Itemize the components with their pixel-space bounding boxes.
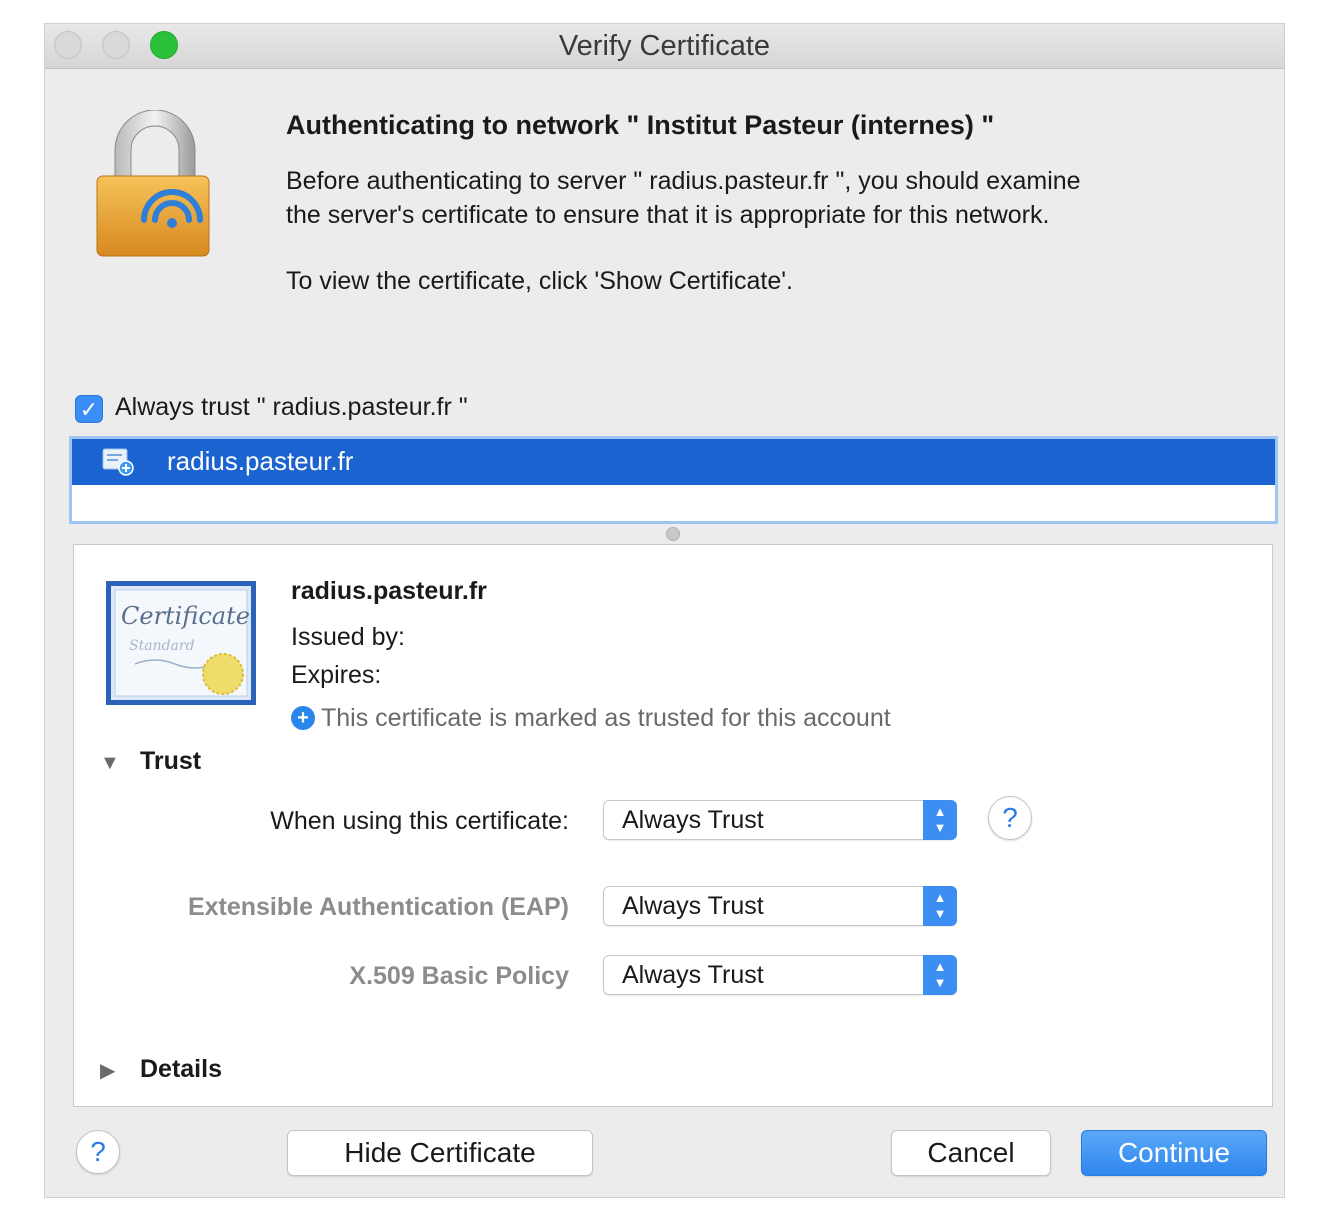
verify-certificate-dialog: Verify Certificate Authenticating to net… [45,24,1284,1197]
policy-label-x509: X.509 Basic Policy [349,962,569,990]
certificate-detail-panel: Certificate Standard radius.pasteur.fr I… [73,544,1273,1107]
cancel-button[interactable]: Cancel [891,1130,1051,1176]
policy-value-eap: Always Trust [622,892,764,920]
policy-popup-general[interactable]: Always Trust ▲ ▼ [603,800,957,840]
up-down-stepper-icon: ▲ ▼ [923,800,957,840]
policy-value-x509: Always Trust [622,961,764,989]
triangle-down-icon: ▼ [100,752,120,774]
help-button[interactable]: ? [76,1130,120,1174]
always-trust-checkbox[interactable]: ✓ [75,395,103,423]
split-handle[interactable] [666,527,680,541]
certificate-list[interactable]: radius.pasteur.fr [69,436,1278,524]
triangle-right-icon: ▶ [100,1060,116,1082]
plus-circle-icon: + [291,706,315,730]
trusted-status: + This certificate is marked as trusted f… [291,704,891,733]
title-bar: Verify Certificate [45,24,1284,69]
svg-text:Standard: Standard [129,638,195,654]
trust-disclosure[interactable]: ▼ Trust [100,747,201,776]
certificate-name: radius.pasteur.fr [291,577,487,605]
issued-by-label: Issued by: [291,623,405,651]
list-item[interactable]: radius.pasteur.fr [72,439,1275,485]
always-trust-label: Always trust " radius.pasteur.fr " [115,393,468,421]
instruction-text: Before authenticating to server " radius… [286,164,1081,232]
policy-label-general: When using this certificate: [270,807,569,835]
up-down-stepper-icon: ▲ ▼ [923,886,957,926]
trust-help-button[interactable]: ? [988,796,1032,840]
policy-popup-x509[interactable]: Always Trust ▲ ▼ [603,955,957,995]
certificate-small-icon [102,448,134,476]
details-disclosure[interactable]: ▶ Details [100,1055,222,1084]
show-cert-hint: To view the certificate, click 'Show Cer… [286,267,793,295]
certificate-icon: Certificate Standard [106,581,256,705]
wifi-lock-icon [96,110,210,257]
policy-popup-eap[interactable]: Always Trust ▲ ▼ [603,886,957,926]
policy-label-eap: Extensible Authentication (EAP) [187,893,569,921]
trusted-note: This certificate is marked as trusted fo… [321,704,891,732]
window-title: Verify Certificate [558,30,771,62]
details-section-label: Details [140,1055,222,1083]
instruction-line-1: Before authenticating to server " radius… [286,167,1081,195]
policy-value-general: Always Trust [622,806,764,834]
hide-certificate-button[interactable]: Hide Certificate [287,1130,593,1176]
up-down-stepper-icon: ▲ ▼ [923,955,957,995]
list-item-label: radius.pasteur.fr [167,446,354,476]
continue-button[interactable]: Continue [1081,1130,1267,1176]
expires-label: Expires: [291,661,382,689]
trust-section-label: Trust [140,747,202,775]
svg-text:Certificate: Certificate [121,602,250,630]
auth-title: Authenticating to network " Institut Pas… [286,110,995,140]
instruction-line-2: the server's certificate to ensure that … [286,201,1050,229]
